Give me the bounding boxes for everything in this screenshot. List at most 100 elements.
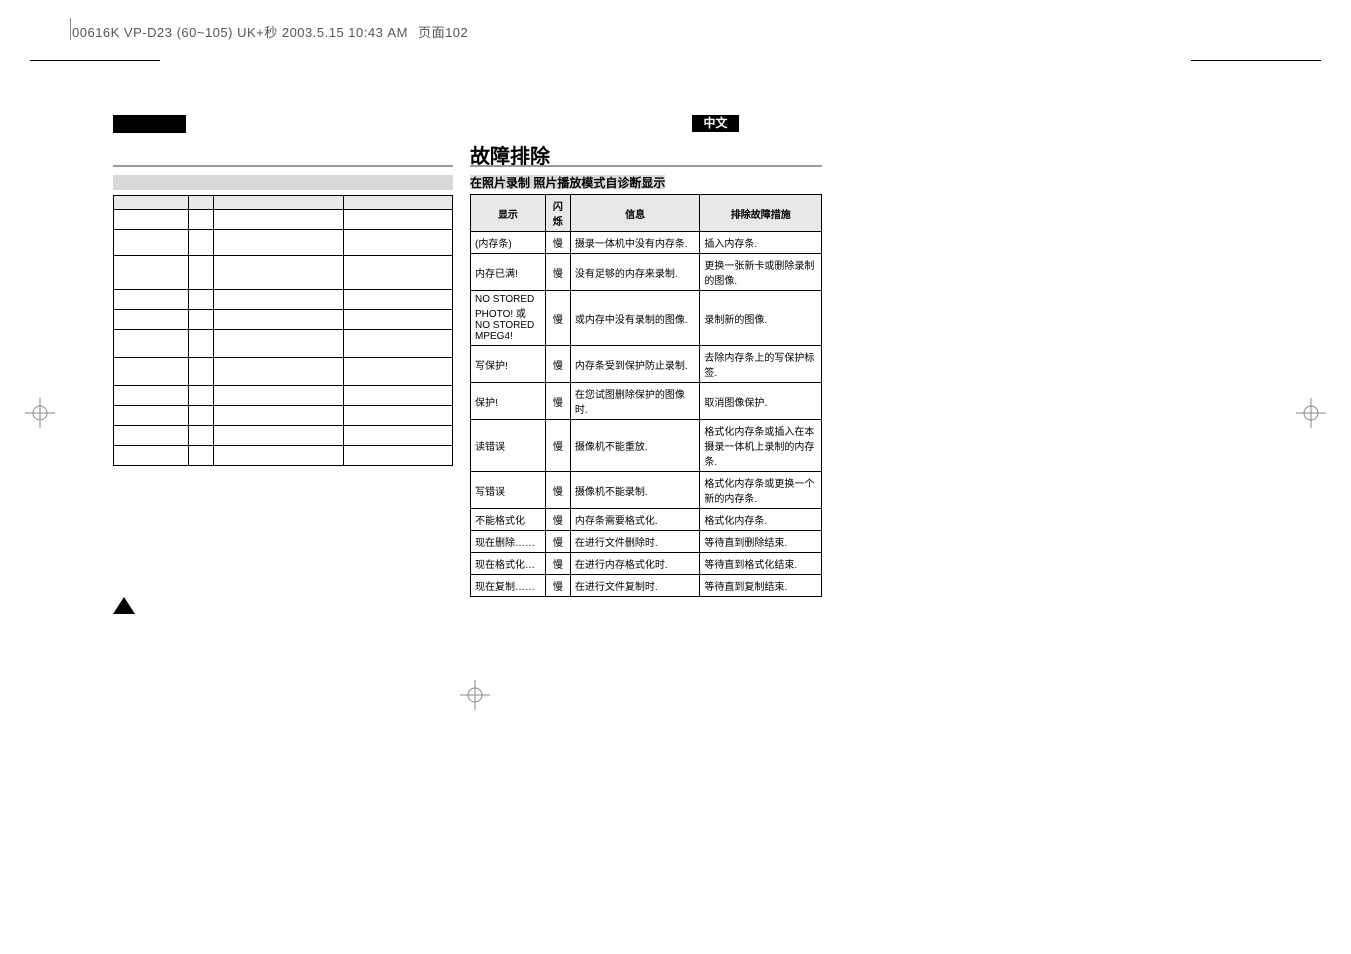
empty-cell <box>214 358 344 386</box>
cell-display: 现在删除…… <box>471 531 546 553</box>
registration-mark-right <box>1296 398 1326 428</box>
empty-cell <box>214 210 344 230</box>
cell-blink: 慢 <box>545 553 570 575</box>
left-lang-bar <box>113 115 186 133</box>
cell-info: 摄像机不能重放. <box>570 420 700 472</box>
cell-blink: 慢 <box>545 575 570 597</box>
table-row: 读错误慢摄像机不能重放.格式化内存条或插入在本摄录一体机上录制的内存条. <box>471 420 822 472</box>
cell-info: 内存条需要格式化. <box>570 509 700 531</box>
empty-cell <box>189 406 214 426</box>
cell-blink: 慢 <box>545 531 570 553</box>
cell-display: 写保护! <box>471 346 546 383</box>
empty-cell <box>189 446 214 466</box>
empty-cell <box>344 210 453 230</box>
cell-action: 去除内存条上的写保护标签. <box>700 346 822 383</box>
file-info-text: 00616K VP-D23 (60~105) UK+秒 2003.5.15 10… <box>72 25 408 40</box>
empty-cell <box>344 358 453 386</box>
empty-cell <box>189 310 214 330</box>
cell-blink: 慢 <box>545 420 570 472</box>
table-row: 现在复制……慢在进行文件复制时.等待直到复制结束. <box>471 575 822 597</box>
empty-cell <box>344 310 453 330</box>
table-row <box>114 446 453 466</box>
lang-label: 中文 <box>703 116 727 130</box>
cell-blink: 慢 <box>545 383 570 420</box>
empty-cell <box>214 406 344 426</box>
empty-cell <box>114 210 189 230</box>
empty-cell <box>189 210 214 230</box>
cell-display: (内存条) <box>471 232 546 254</box>
cell-info: 内存条受到保护防止录制. <box>570 346 700 383</box>
empty-cell <box>344 256 453 290</box>
cell-info: 在进行文件复制时. <box>570 575 700 597</box>
table-row <box>114 210 453 230</box>
table-header-row: 显示 闪烁 信息 排除故障措施 <box>471 195 822 232</box>
empty-cell <box>114 230 189 256</box>
table-row <box>114 256 453 290</box>
cell-display: NO STORED PHOTO! 或 NO STORED MPEG4! <box>471 291 546 346</box>
table-row: 现在删除……慢在进行文件删除时.等待直到删除结束. <box>471 531 822 553</box>
cell-blink: 慢 <box>545 232 570 254</box>
cell-action: 格式化内存条. <box>700 509 822 531</box>
empty-cell <box>214 386 344 406</box>
table-row <box>114 426 453 446</box>
header-info: 信息 <box>570 195 700 232</box>
empty-cell <box>114 426 189 446</box>
cell-info: 摄像机不能录制. <box>570 472 700 509</box>
left-table <box>113 195 453 466</box>
cell-action: 等待直到复制结束. <box>700 575 822 597</box>
table-row <box>114 230 453 256</box>
empty-cell <box>114 386 189 406</box>
empty-cell <box>344 426 453 446</box>
cell-action: 格式化内存条或插入在本摄录一体机上录制的内存条. <box>700 420 822 472</box>
table-row: 写错误慢摄像机不能录制.格式化内存条或更换一个新的内存条. <box>471 472 822 509</box>
left-table-body <box>114 210 453 466</box>
empty-cell <box>114 330 189 358</box>
table-row: 不能格式化慢内存条需要格式化.格式化内存条. <box>471 509 822 531</box>
header-blink: 闪烁 <box>545 195 570 232</box>
table-row: 内存已满!慢没有足够的内存来录制.更换一张新卡或删除录制的图像. <box>471 254 822 291</box>
header-border <box>70 18 71 40</box>
empty-cell <box>344 446 453 466</box>
table-row: 写保护!慢内存条受到保护防止录制.去除内存条上的写保护标签. <box>471 346 822 383</box>
empty-cell <box>189 386 214 406</box>
cell-info: 或内存中没有录制的图像. <box>570 291 700 346</box>
empty-cell <box>214 446 344 466</box>
right-lang-bar: 中文 <box>692 115 739 132</box>
cell-info: 在您试图删除保护的图像时. <box>570 383 700 420</box>
table-row: 现在格式化…慢在进行内存格式化时.等待直到格式化结束. <box>471 553 822 575</box>
registration-mark-bottom <box>460 680 490 710</box>
cell-display: 现在复制…… <box>471 575 546 597</box>
empty-cell <box>114 358 189 386</box>
cell-action: 录制新的图像. <box>700 291 822 346</box>
cell-display: 不能格式化 <box>471 509 546 531</box>
table-row <box>114 310 453 330</box>
cell-blink: 慢 <box>545 346 570 383</box>
table-row <box>114 406 453 426</box>
cell-action: 插入内存条. <box>700 232 822 254</box>
cell-display: 读错误 <box>471 420 546 472</box>
cell-display: 保护! <box>471 383 546 420</box>
table-row <box>114 358 453 386</box>
cell-action: 更换一张新卡或删除录制的图像. <box>700 254 822 291</box>
empty-cell <box>214 310 344 330</box>
cell-blink: 慢 <box>545 472 570 509</box>
left-subtitle-bg <box>113 175 453 190</box>
cell-blink: 慢 <box>545 291 570 346</box>
empty-cell <box>344 330 453 358</box>
empty-cell <box>114 446 189 466</box>
empty-cell <box>344 406 453 426</box>
empty-cell <box>214 256 344 290</box>
table-row <box>114 290 453 310</box>
cell-blink: 慢 <box>545 509 570 531</box>
empty-cell <box>214 230 344 256</box>
empty-cell <box>344 230 453 256</box>
empty-cell <box>189 290 214 310</box>
empty-cell <box>189 230 214 256</box>
cell-info: 没有足够的内存来录制. <box>570 254 700 291</box>
cell-info: 在进行文件删除时. <box>570 531 700 553</box>
header-action: 排除故障措施 <box>700 195 822 232</box>
cell-blink: 慢 <box>545 254 570 291</box>
empty-cell <box>114 290 189 310</box>
left-title-underline <box>113 165 453 167</box>
empty-cell <box>344 386 453 406</box>
